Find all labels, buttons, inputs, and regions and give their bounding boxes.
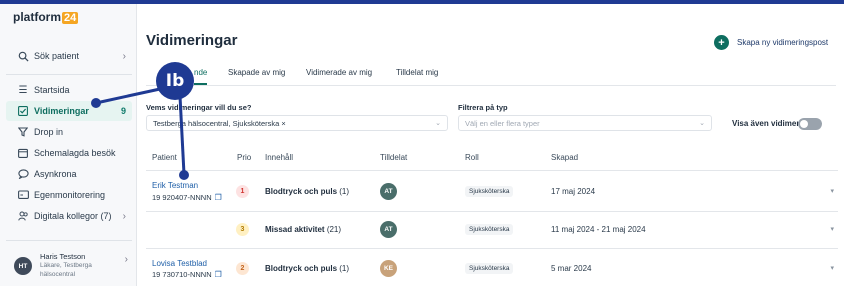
create-record-button[interactable]: + Skapa ny vidimeringspost [714, 35, 828, 50]
content-title: Blodtryck och puls [265, 187, 338, 196]
search-icon [17, 50, 29, 62]
checkbox-icon [17, 105, 29, 117]
content-text: Blodtryck och puls (1) [265, 187, 349, 196]
filter-who-value: Testberga hälsocentral, Sjuksköterska × [153, 118, 286, 128]
tab-skapade-av-mig[interactable]: Skapade av mig [228, 68, 285, 77]
sidebar: platform 24 Sök patient › ☰ Startsida Vid… [0, 4, 137, 286]
sidebar-item-label: Startsida [34, 85, 70, 95]
filter-who-label: Vems vidimeringar vill du se? [146, 103, 252, 112]
tab-att-vidimera[interactable]: nde [194, 68, 208, 85]
chevron-down-icon[interactable]: ▾ [830, 225, 834, 233]
column-header-role: Roll [465, 153, 479, 162]
table-row[interactable]: Erik Testman 19 920407-NNNN ❐ 1 Blodtryck… [146, 171, 838, 211]
filter-type-placeholder: Välj en eller flera typer [465, 118, 540, 128]
copy-icon[interactable]: ❐ [215, 193, 222, 202]
filter-icon [17, 126, 29, 138]
content-count: (21) [326, 225, 342, 234]
tab-bar: nde Skapade av mig Vidimerade av mig Til… [146, 66, 836, 86]
count-badge: 9 [120, 106, 126, 116]
role-tag: Sjuksköterska [465, 186, 514, 197]
patient-pnr: 19 920407-NNNN ❐ [152, 193, 222, 202]
filter-type-select[interactable]: Välj en eller flera typer ⌄ [458, 115, 712, 131]
sidebar-search-label: Sök patient [34, 51, 80, 61]
content-title: Blodtryck och puls [265, 264, 338, 273]
show-done-toggle[interactable] [798, 118, 822, 130]
pnr-text: 19 730710-NNNN [152, 270, 212, 279]
filter-who-select[interactable]: Testberga hälsocentral, Sjuksköterska × … [146, 115, 448, 131]
created-date: 11 maj 2024 - 21 maj 2024 [551, 225, 646, 234]
content-count: (1) [339, 264, 350, 273]
created-date: 17 maj 2024 [551, 187, 596, 196]
avatar: HT [14, 257, 32, 275]
callout-badge: Ib [156, 62, 194, 100]
patient-pnr: 19 730710-NNNN ❐ [152, 270, 222, 279]
role-tag: Sjuksköterska [465, 263, 514, 274]
prio-badge: 2 [236, 262, 249, 275]
content-text: Blodtryck och puls (1) [265, 264, 349, 273]
chevron-right-icon: › [122, 210, 126, 222]
sidebar-divider [6, 74, 132, 75]
assigned-avatar: AT [380, 183, 397, 200]
table-row[interactable]: 3 Missad aktivitet (21) AT Sjuksköterska… [146, 212, 838, 248]
list-icon: ☰ [18, 84, 28, 96]
sidebar-item-vidimeringar[interactable]: Vidimeringar 9 [6, 101, 132, 121]
assigned-avatar: KE [380, 260, 397, 277]
content-title: Missad aktivitet [265, 225, 325, 234]
sidebar-item-drop-in[interactable]: Drop in [6, 122, 132, 142]
sidebar-item-asynkrona[interactable]: Asynkrona [6, 164, 132, 184]
toggle-knob [800, 120, 808, 128]
copy-icon[interactable]: ❐ [215, 270, 222, 279]
tab-tilldelat-mig[interactable]: Tilldelat mig [396, 68, 438, 77]
sidebar-divider [6, 240, 132, 241]
created-date: 5 mar 2024 [551, 264, 592, 273]
chevron-right-icon: › [124, 254, 128, 265]
prio-badge: 1 [236, 185, 249, 198]
sidebar-search-patient[interactable]: Sök patient › [6, 46, 132, 66]
logo: platform 24 [13, 10, 79, 24]
sidebar-item-label: Vidimeringar [34, 106, 89, 116]
column-header-created: Skapad [551, 153, 579, 162]
sidebar-item-egenmonitorering[interactable]: Egenmonitorering [6, 185, 132, 205]
column-header-prio: Prio [237, 153, 252, 162]
sidebar-item-label: Asynkrona [34, 169, 77, 179]
user-role: Läkare, Testberga hälsocentral [40, 262, 92, 278]
filter-type-label: Filtrera på typ [458, 103, 508, 112]
sidebar-item-label: Schemalagda besök [34, 148, 116, 158]
sidebar-item-label: Drop in [34, 127, 64, 137]
sidebar-item-digitala-kollegor[interactable]: Digitala kollegor (7) › [6, 206, 132, 226]
page-title: Vidimeringar [146, 32, 238, 49]
plus-icon: + [714, 35, 729, 50]
sidebar-item-schemalagda[interactable]: Schemalagda besök [6, 143, 132, 163]
calendar-icon [17, 147, 29, 159]
sidebar-item-label: Digitala kollegor (7) [34, 211, 112, 221]
tab-vidimerade-av-mig[interactable]: Vidimerade av mig [306, 68, 372, 77]
monitor-icon [17, 189, 29, 201]
people-icon [17, 210, 29, 222]
patient-name-link[interactable]: Erik Testman [152, 181, 198, 190]
content-text: Missad aktivitet (21) [265, 225, 341, 234]
chevron-down-icon: ⌄ [699, 120, 705, 127]
user-profile[interactable]: HT Haris Testson Läkare, Testberga hälso… [14, 252, 134, 286]
content-count: (1) [339, 187, 350, 196]
column-header-assigned: Tilldelat [380, 153, 408, 162]
pnr-text: 19 920407-NNNN [152, 193, 212, 202]
sidebar-item-startsida[interactable]: ☰ Startsida [6, 80, 132, 100]
chat-icon [17, 168, 29, 180]
assigned-avatar: AT [380, 221, 397, 238]
patient-name-link[interactable]: Lovisa Testblad [152, 259, 207, 268]
chevron-down-icon[interactable]: ▾ [830, 264, 834, 272]
create-record-label: Skapa ny vidimeringspost [737, 38, 829, 47]
chevron-down-icon[interactable]: ▾ [830, 187, 834, 195]
table-row[interactable]: Lovisa Testblad 19 730710-NNNN ❐ 2 Blodtr… [146, 249, 838, 286]
chevron-right-icon: › [122, 50, 126, 62]
prio-badge: 3 [236, 223, 249, 236]
tab-label: nde [194, 68, 208, 77]
column-header-patient: Patient [152, 153, 177, 162]
user-name: Haris Testson [40, 252, 86, 261]
column-header-content: Innehåll [265, 153, 294, 162]
sidebar-item-label: Egenmonitorering [34, 190, 106, 200]
role-tag: Sjuksköterska [465, 224, 514, 235]
chevron-down-icon: ⌄ [435, 120, 441, 127]
